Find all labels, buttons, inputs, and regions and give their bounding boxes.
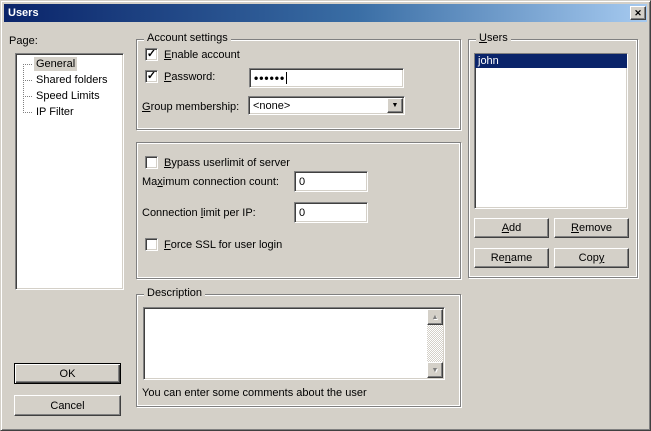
users-list[interactable]: john (474, 53, 628, 209)
page-tree[interactable]: General Shared folders Speed Limits IP F… (15, 53, 124, 290)
description-textarea[interactable]: ▲ ▼ (143, 307, 445, 380)
force-ssl-label[interactable]: Force SSL for user login (164, 239, 282, 251)
tree-connector (23, 112, 32, 113)
users-caption: Users (476, 32, 511, 45)
tree-connector (23, 96, 32, 97)
description-hint: You can enter some comments about the us… (142, 387, 367, 399)
tree-connector (23, 80, 32, 81)
selected-option: <none> (253, 100, 290, 112)
tree-item-label: Speed Limits (34, 89, 102, 103)
tree-item-label: General (34, 57, 77, 71)
title-bar[interactable]: Users (4, 4, 647, 22)
bypass-userlimit-label[interactable]: Bypass userlimit of server (164, 157, 290, 169)
rename-button-label: Rename (491, 252, 533, 264)
copy-button-label: Copy (579, 252, 605, 264)
enable-account-label[interactable]: Enable account (164, 49, 240, 61)
vertical-scrollbar[interactable]: ▲ ▼ (427, 309, 443, 378)
max-connection-count-value: 0 (299, 176, 305, 188)
connection-limit-per-ip-value: 0 (299, 207, 305, 219)
remove-button[interactable]: Remove (554, 218, 629, 238)
password-input[interactable]: •••••• (249, 68, 404, 88)
users-dialog: Users ✕ Page: General Shared folders Spe… (0, 0, 651, 431)
tree-item-ip-filter[interactable]: IP Filter (16, 104, 76, 120)
scroll-down-button[interactable]: ▼ (427, 362, 443, 378)
bypass-userlimit-checkbox[interactable] (145, 156, 158, 169)
connection-limit-per-ip-label: Connection limit per IP: (142, 207, 256, 219)
copy-button[interactable]: Copy (554, 248, 629, 268)
force-ssl-checkbox[interactable] (145, 238, 158, 251)
group-membership-select[interactable]: <none> ▼ (248, 96, 405, 115)
tree-connector (23, 64, 32, 65)
add-button[interactable]: Add (474, 218, 549, 238)
max-connection-count-label: Maximum connection count: (142, 176, 279, 188)
tree-item-label: IP Filter (34, 105, 76, 119)
connection-limit-per-ip-input[interactable]: 0 (294, 202, 368, 223)
chevron-down-icon: ▼ (392, 102, 399, 109)
group-membership-label: Group membership: (142, 101, 239, 113)
account-settings-caption: Account settings (144, 32, 231, 45)
checkmark-icon: ✓ (147, 49, 156, 60)
checkmark-icon: ✓ (147, 71, 156, 82)
tree-item-speed-limits[interactable]: Speed Limits (16, 88, 102, 104)
list-item-john[interactable]: john (475, 54, 627, 68)
tree-item-shared-folders[interactable]: Shared folders (16, 72, 110, 88)
rename-button[interactable]: Rename (474, 248, 549, 268)
cancel-button-label: Cancel (50, 400, 84, 412)
close-button[interactable]: ✕ (630, 6, 646, 20)
tree-item-general[interactable]: General (16, 56, 77, 72)
add-button-label: Add (502, 222, 522, 234)
ok-button-label: OK (60, 368, 76, 380)
cancel-button[interactable]: Cancel (14, 395, 121, 416)
dropdown-button[interactable]: ▼ (387, 98, 403, 113)
remove-button-label: Remove (571, 222, 612, 234)
arrow-up-icon: ▲ (432, 314, 439, 321)
max-connection-count-input[interactable]: 0 (294, 171, 368, 192)
tree-item-label: Shared folders (34, 73, 110, 87)
text-caret (286, 72, 287, 84)
password-checkbox[interactable]: ✓ (145, 70, 158, 83)
page-label: Page: (9, 35, 38, 47)
password-value: •••••• (254, 71, 285, 85)
window-title: Users (8, 7, 39, 19)
scroll-up-button[interactable]: ▲ (427, 309, 443, 325)
description-caption: Description (144, 287, 205, 300)
arrow-down-icon: ▼ (432, 367, 439, 374)
ok-button[interactable]: OK (14, 363, 121, 384)
enable-account-checkbox[interactable]: ✓ (145, 48, 158, 61)
password-label[interactable]: Password: (164, 71, 215, 83)
close-icon: ✕ (634, 9, 642, 18)
